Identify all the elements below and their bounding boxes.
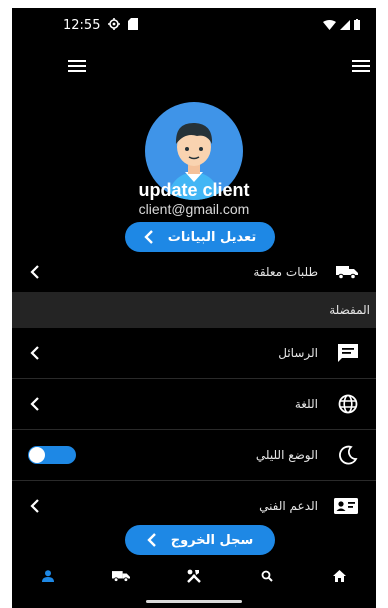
menu-item-pending-orders[interactable]: طلبات معلقة (12, 254, 376, 290)
language-label: اللغة (294, 397, 318, 411)
status-bar: 12:55 (12, 8, 376, 42)
wifi-icon (323, 19, 336, 30)
support-label: الدعم الفني (259, 499, 318, 513)
chevron-left-icon (144, 230, 153, 244)
message-icon (338, 344, 358, 362)
chevron-left-icon (30, 499, 39, 513)
person-icon (42, 570, 55, 582)
status-time: 12:55 (63, 18, 101, 33)
app-screen: 12:55 update client client@gmail.com تعد… (12, 8, 376, 608)
menu-item-messages[interactable]: الرسائل (12, 328, 376, 378)
profile-email: client@gmail.com (138, 201, 250, 217)
dark-mode-label: الوضع الليلي (255, 448, 318, 462)
logout-button[interactable]: سجل الخروج (125, 525, 275, 555)
menu-icon-right[interactable] (352, 60, 370, 72)
truck-icon (336, 266, 358, 279)
chevron-left-icon (30, 397, 39, 411)
menu-item-support[interactable]: الدعم الفني (12, 481, 376, 531)
dark-mode-toggle[interactable] (28, 446, 76, 464)
pending-orders-label: طلبات معلقة (253, 265, 318, 279)
menu-item-dark-mode: الوضع الليلي (12, 430, 376, 480)
chevron-left-icon (30, 346, 39, 360)
nav-profile[interactable] (12, 556, 85, 596)
battery-icon (354, 19, 360, 30)
section-header-favorites: المفضلة (12, 292, 376, 328)
globe-icon (338, 394, 358, 414)
section-favorites-label: المفضلة (329, 303, 370, 317)
edit-profile-button[interactable]: تعديل البيانات (125, 222, 275, 252)
bottom-navigation (12, 556, 376, 596)
truck-icon (112, 571, 131, 582)
profile-name: update client (138, 180, 250, 200)
nav-home[interactable] (303, 556, 376, 596)
home-icon (333, 570, 347, 582)
nav-orders[interactable] (85, 556, 158, 596)
menu-icon-left[interactable] (68, 60, 86, 72)
moon-icon (339, 445, 358, 465)
nav-search[interactable] (230, 556, 303, 596)
signal-icon (340, 19, 350, 30)
chevron-left-icon (30, 265, 39, 279)
home-indicator (146, 600, 242, 603)
nav-services[interactable] (158, 556, 231, 596)
sd-card-status-icon (128, 18, 138, 30)
search-icon (261, 570, 273, 582)
menu-item-language[interactable]: اللغة (12, 379, 376, 429)
settings-status-icon (108, 18, 120, 30)
chevron-left-icon (147, 533, 156, 547)
logout-label: سجل الخروج (170, 532, 254, 548)
messages-label: الرسائل (278, 346, 318, 360)
tools-icon (187, 569, 201, 583)
contact-card-icon (334, 498, 358, 514)
edit-profile-label: تعديل البيانات (167, 229, 257, 245)
